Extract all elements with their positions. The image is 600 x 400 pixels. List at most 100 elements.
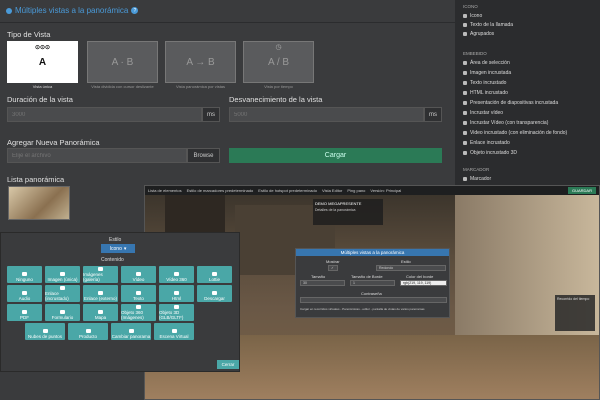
content-tile[interactable]: Descargar xyxy=(197,285,232,302)
duration-label: Duración de la vista xyxy=(7,95,73,104)
content-tile[interactable]: Vídeo 360 xyxy=(159,266,194,283)
content-tile[interactable]: Producto xyxy=(68,323,108,340)
sidebar-item-embed[interactable]: Texto incrustado xyxy=(463,80,506,86)
tile-label: Formulario xyxy=(51,315,74,320)
save-button[interactable]: GUARDAR xyxy=(567,187,596,194)
toolbar-item[interactable]: Versión: Principal xyxy=(370,188,401,193)
content-tile[interactable]: Cambiar panorama xyxy=(111,323,151,340)
content-tile[interactable]: Enlace (externo) xyxy=(83,285,118,302)
sidebar-item-embed[interactable]: Enlace incrustado xyxy=(463,140,510,146)
sidebar-item-embed[interactable]: Incrustar Vídeo (con transparencia) xyxy=(463,120,548,126)
border-input[interactable]: 1 xyxy=(350,280,395,286)
tile-icon xyxy=(98,267,103,271)
content-tile[interactable]: Html xyxy=(159,285,194,302)
sidebar-item-label: Presentación de diapositivas incrustada xyxy=(470,100,559,106)
content-tile[interactable]: Audio xyxy=(7,285,42,302)
view-type-sequence[interactable]: A → B Vista panorámica por vistas xyxy=(165,41,236,89)
sidebar-item-embed[interactable]: Imagen incrustada xyxy=(463,70,511,76)
content-tile[interactable]: Vídeo xyxy=(121,266,156,283)
embed-icon xyxy=(463,151,467,155)
sidebar-item-embed[interactable]: Presentación de diapositivas incrustada xyxy=(463,100,558,106)
content-tile[interactable]: Lottie xyxy=(197,266,232,283)
view-type-split[interactable]: A · B Vista dividida con cursor deslizan… xyxy=(87,41,158,89)
view-type-glyph: A → B xyxy=(186,56,215,68)
pano-thumbnail[interactable] xyxy=(8,186,70,220)
embed-icon xyxy=(463,141,467,145)
content-tile[interactable]: Objeto 360 (Imágenes) xyxy=(121,304,156,321)
tile-icon xyxy=(98,291,103,295)
toolbar-item[interactable]: Ping pano xyxy=(347,188,365,193)
tile-label: Cambiar panorama xyxy=(111,334,151,339)
tile-label: Imagen (única) xyxy=(47,277,78,282)
style-label: Estilo xyxy=(401,259,411,264)
content-tile[interactable]: Enlace (incrustado) xyxy=(45,285,80,302)
tile-icon xyxy=(60,272,65,276)
view-type-sequence-card[interactable]: A → B xyxy=(165,41,236,83)
view-type-glyph: A / B xyxy=(267,56,290,68)
tile-label: Html xyxy=(171,296,182,301)
content-tile[interactable]: Objeto 3D (GLB/GLTF) xyxy=(159,304,194,321)
content-tile[interactable]: Mapa xyxy=(83,304,118,321)
content-tile[interactable]: Imágenes (galería) xyxy=(83,266,118,283)
close-button[interactable]: Cerrar xyxy=(217,360,239,369)
help-icon[interactable]: ? xyxy=(131,7,139,14)
content-tile[interactable]: Ninguno xyxy=(7,266,42,283)
embed-icon xyxy=(463,61,467,65)
file-input[interactable] xyxy=(7,148,187,163)
content-tile[interactable]: Texto xyxy=(121,285,156,302)
password-input[interactable] xyxy=(300,297,447,303)
view-type-single[interactable]: ⊙⊙⊙ A Vista única xyxy=(7,41,78,89)
size-input[interactable]: 30 xyxy=(300,280,345,286)
toolbar-item[interactable]: Estilo de hotspot predeterminado xyxy=(258,188,317,193)
show-checkbox[interactable]: ✓ xyxy=(328,265,338,271)
viewer-toolbar: Lista de elementos Estilo de marcadores … xyxy=(145,186,599,195)
view-type-timed-card[interactable]: ◷ A / B xyxy=(243,41,314,83)
view-type-split-card[interactable]: A · B xyxy=(87,41,158,83)
sidebar-item-label: Texto incrustado xyxy=(470,80,507,86)
content-tile[interactable]: Imagen (única) xyxy=(45,266,80,283)
style-dropdown[interactable]: Icono ▾ xyxy=(101,244,135,253)
sidebar-item-grouped[interactable]: Agrupados xyxy=(463,31,494,37)
size-label: Tamaño xyxy=(311,274,326,279)
upload-button[interactable]: Cargar xyxy=(229,148,442,163)
time-panel[interactable]: Recorrido del tiempo xyxy=(555,295,595,331)
sidebar-item-marker[interactable]: Marcador xyxy=(463,176,491,182)
sidebar-item-label: Incrustar vídeo xyxy=(470,110,504,116)
icon-section-title: ICONO xyxy=(463,4,478,9)
duration-input[interactable] xyxy=(7,107,202,122)
toolbar-item[interactable]: Lista de elementos xyxy=(148,188,182,193)
fade-input[interactable] xyxy=(229,107,424,122)
fade-label: Desvanecimiento de la vista xyxy=(229,95,323,104)
tile-label: Objeto 360 (Imágenes) xyxy=(121,310,144,320)
tile-icon xyxy=(22,291,27,295)
icon-icon xyxy=(463,14,467,18)
sidebar-item-embed[interactable]: Incrustar vídeo xyxy=(463,110,503,116)
sidebar-item-embed[interactable]: Área de selección xyxy=(463,60,510,66)
sidebar-item-label: Marcador xyxy=(470,176,492,182)
color-input[interactable]: rgb(219, 119, 119) xyxy=(400,280,447,286)
view-type-timed[interactable]: ◷ A / B Vista por tiempo xyxy=(243,41,314,89)
embed-icon xyxy=(463,81,467,85)
add-pano-label: Agregar Nueva Panorámica xyxy=(7,138,100,147)
content-tile[interactable]: PDF xyxy=(7,304,42,321)
sidebar-item-embed[interactable]: Objeto incrustado 3D xyxy=(463,150,517,156)
toolbar-item[interactable]: Vista Editor xyxy=(322,188,342,193)
tile-icon xyxy=(136,305,141,309)
tile-label: Objeto 3D (GLB/GLTF) xyxy=(159,310,184,320)
sidebar-item-embed[interactable]: Video incrustado (con eliminación de fon… xyxy=(463,130,567,136)
toolbar-item[interactable]: Estilo de marcadores predeterminado xyxy=(187,188,254,193)
content-tile[interactable]: Escena Virtual xyxy=(154,323,194,340)
sidebar-item-embed[interactable]: HTML incrustado xyxy=(463,90,508,96)
sidebar-item-icon[interactable]: Icono xyxy=(463,13,482,19)
file-group: Browse xyxy=(7,148,220,163)
sidebar-item-label: Video incrustado (con eliminación de fon… xyxy=(470,130,568,136)
browse-button[interactable]: Browse xyxy=(187,148,220,163)
content-tile[interactable]: Nubes de puntos xyxy=(25,323,65,340)
view-type-single-card[interactable]: ⊙⊙⊙ A xyxy=(7,41,78,83)
content-tile[interactable]: Formulario xyxy=(45,304,80,321)
tile-label: Lottie xyxy=(208,277,220,282)
embed-icon xyxy=(463,101,467,105)
style-select[interactable]: Redondo xyxy=(376,265,446,271)
sidebar-item-callout[interactable]: Texto de la llamada xyxy=(463,22,513,28)
tile-label: Mapa xyxy=(94,315,107,320)
